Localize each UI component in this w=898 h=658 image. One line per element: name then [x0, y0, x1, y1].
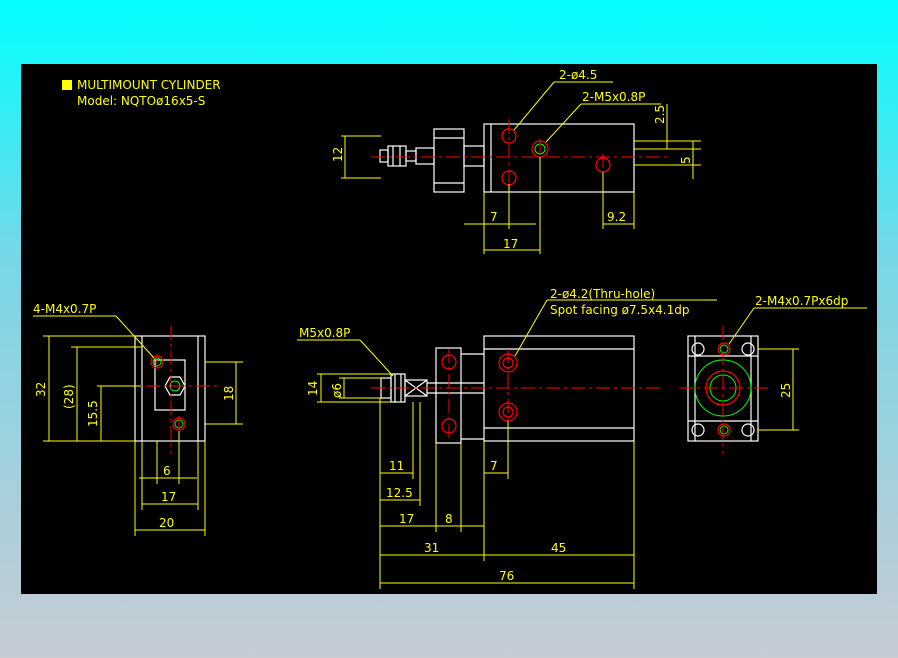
right-view: 25 2-M4x0.7Px6dp — [679, 294, 867, 454]
left-view: 32 (28) 15.5 18 6 17 20 4-M4x0.7P — [33, 302, 243, 536]
front-dim-8: 8 — [445, 512, 453, 526]
front-spot-note: Spot facing ø7.5x4.1dp — [550, 303, 690, 317]
top-port-note: 2-M5x0.8P — [582, 90, 645, 104]
title-line-2: Model: NQTOø16x5-S — [77, 94, 205, 108]
top-dim-7: 7 — [490, 210, 498, 224]
front-dim-17: 17 — [399, 512, 414, 526]
front-dim-45: 45 — [551, 541, 566, 555]
left-thread-note: 4-M4x0.7P — [33, 302, 96, 316]
front-dim-76: 76 — [499, 569, 514, 583]
top-dim-5: 5 — [679, 156, 693, 164]
front-dim-11: 11 — [389, 459, 404, 473]
right-thread-note: 2-M4x0.7Px6dp — [755, 294, 848, 308]
front-dim-7: 7 — [490, 459, 498, 473]
title-line-1: MULTIMOUNT CYLINDER — [77, 78, 221, 92]
left-dim-32: 32 — [34, 382, 48, 397]
cad-drawing: MULTIMOUNT CYLINDER Model: NQTOø16x5-S 1… — [33, 68, 867, 589]
top-dim-2-5: 2.5 — [653, 105, 667, 124]
title-bullet-icon — [62, 80, 72, 90]
drawing-canvas: MULTIMOUNT CYLINDER Model: NQTOø16x5-S 1… — [21, 64, 877, 594]
left-dim-28: (28) — [62, 384, 76, 409]
top-hole-note: 2-ø4.5 — [559, 68, 597, 82]
front-dim-d6: ø6 — [330, 383, 344, 398]
top-dim-12: 12 — [331, 147, 345, 162]
front-port-note: M5x0.8P — [299, 326, 350, 340]
left-dim-15-5: 15.5 — [86, 400, 100, 427]
front-view: 14 ø6 11 12.5 17 8 31 45 76 7 M5x0.8P 2-… — [297, 287, 717, 589]
top-view: 12 2.5 5 7 9.2 17 2-ø4.5 2-M5x0.8P — [331, 68, 701, 254]
left-dim-18: 18 — [222, 386, 236, 401]
front-dim-31: 31 — [424, 541, 439, 555]
left-dim-6: 6 — [163, 464, 171, 478]
top-dim-9-2: 9.2 — [607, 210, 626, 224]
front-thru-note: 2-ø4.2(Thru-hole) — [550, 287, 655, 301]
right-dim-25: 25 — [779, 383, 793, 398]
top-dim-17: 17 — [503, 237, 518, 251]
left-dim-20: 20 — [159, 516, 174, 530]
front-dim-12-5: 12.5 — [386, 486, 413, 500]
front-dim-14: 14 — [306, 381, 320, 396]
left-dim-17: 17 — [161, 490, 176, 504]
